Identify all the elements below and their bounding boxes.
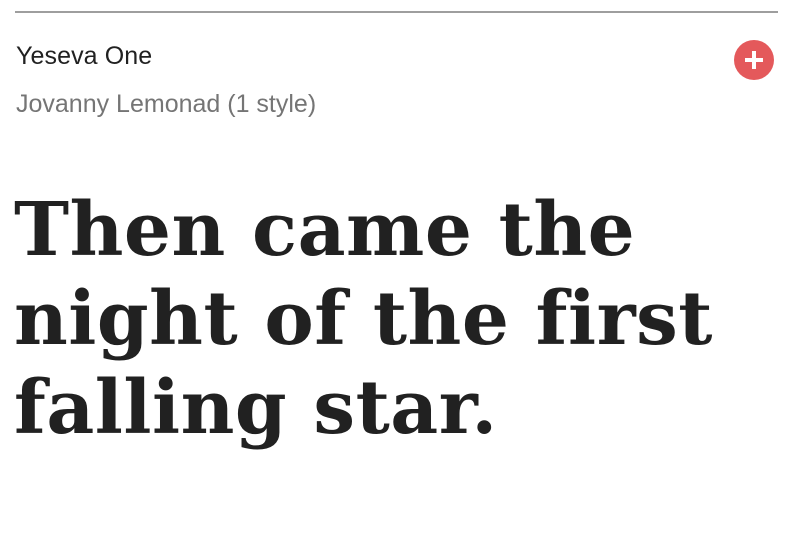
sample-text: Then came the night of the first falling… [14,187,713,451]
add-font-button[interactable] [734,40,774,80]
font-name[interactable]: Yeseva One [16,42,152,71]
font-card: Yeseva One Jovanny Lemonad (1 style) The… [0,0,800,546]
designer-and-styles: Jovanny Lemonad (1 style) [16,90,317,118]
plus-icon [745,51,763,69]
divider [15,11,778,13]
